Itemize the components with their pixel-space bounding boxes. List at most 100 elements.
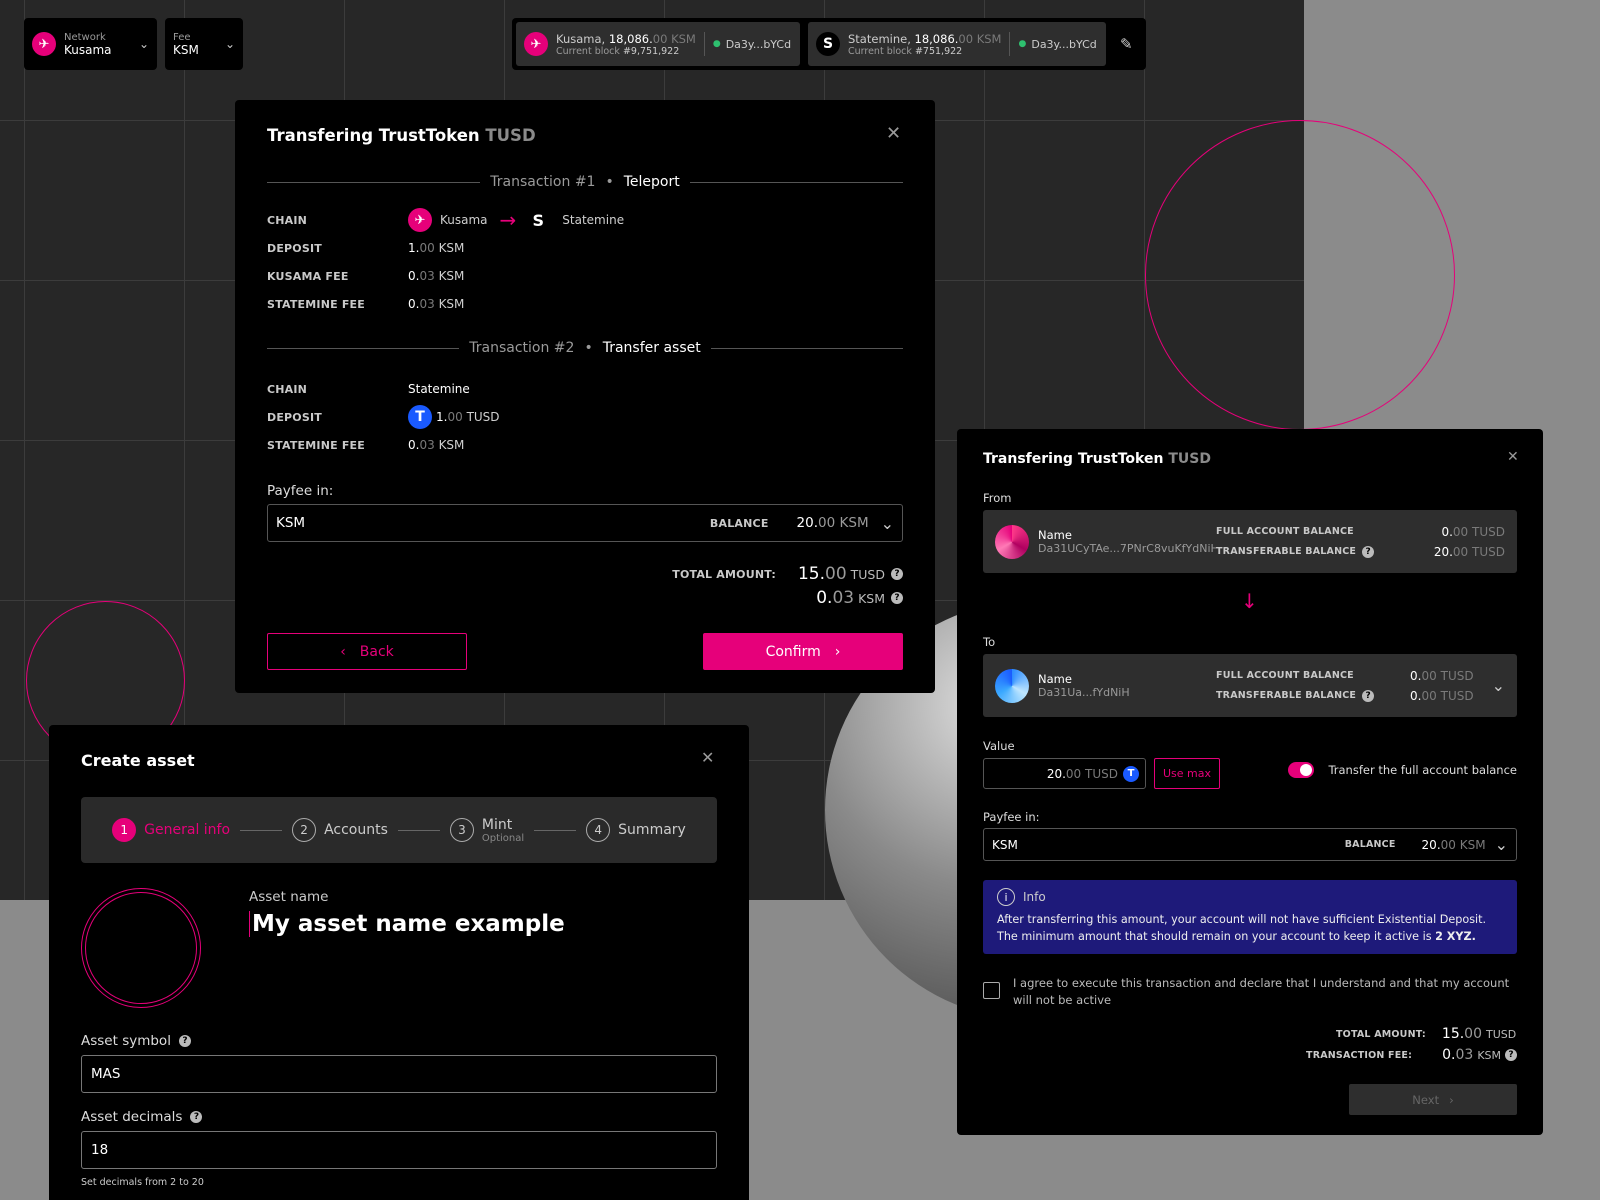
step-number: 1 <box>112 818 137 842</box>
to-account[interactable]: Name Da31Ua...fYdNiH FULL ACCOUNT BALANC… <box>983 654 1517 717</box>
step-accounts[interactable]: 2 Accounts <box>292 818 388 842</box>
asset-decimals-value: 18 <box>91 1142 109 1158</box>
chevron-down-icon: ⌄ <box>880 513 894 533</box>
step-sublabel: Optional <box>481 832 525 844</box>
step-label: General info <box>144 822 231 838</box>
account-name: Name <box>1038 528 1072 542</box>
value-input[interactable]: 20.00 TUSD T <box>983 758 1146 789</box>
transferable-balance-label: TRANSFERABLE BALANCE <box>1216 690 1357 701</box>
payfee-select[interactable]: KSM BALANCE 20.00 KSM ⌄ <box>983 828 1517 861</box>
help-icon[interactable]: ? <box>178 1035 191 1047</box>
step-summary[interactable]: 4 Summary <box>586 818 686 842</box>
edit-icon[interactable]: ✎ <box>1120 35 1133 53</box>
back-button[interactable]: ‹ Back <box>267 633 467 670</box>
statemine-fee-int: 0. <box>408 438 420 452</box>
to-label: To <box>983 635 996 649</box>
status-dot: ● <box>712 39 721 49</box>
tusd-icon: T <box>408 405 432 429</box>
balance-label: BALANCE <box>709 516 769 530</box>
chevron-down-icon[interactable]: ⌄ <box>1492 676 1505 695</box>
next-label: Next <box>1412 1092 1440 1107</box>
info-title: Info <box>1023 890 1046 904</box>
full-balance-dec: 00 <box>1452 524 1469 539</box>
from-label: From <box>983 491 1012 505</box>
step-mint[interactable]: 3 Mint Optional <box>449 817 525 844</box>
total-dec: 00 <box>1464 1026 1482 1042</box>
payfee-label: Payfee in: <box>983 810 1040 824</box>
modal-title-symbol: TUSD <box>1168 451 1211 467</box>
total-fee-dec: 03 <box>832 588 855 608</box>
block-number: #751,922 <box>914 45 963 57</box>
asset-name-input[interactable]: My asset name example <box>249 911 565 937</box>
agree-row: I agree to execute this transaction and … <box>983 975 1517 1009</box>
help-icon[interactable]: ? <box>1362 545 1375 558</box>
agree-checkbox[interactable] <box>983 982 1000 999</box>
fee-selector[interactable]: Fee KSM ⌄ <box>165 18 243 70</box>
confirm-button[interactable]: Confirm › <box>703 633 903 670</box>
help-icon[interactable]: ? <box>190 1111 203 1123</box>
help-icon[interactable]: ? <box>891 568 903 580</box>
network-label: Network <box>64 31 106 43</box>
block-label: Current block <box>556 45 620 57</box>
transferable-balance-label: TRANSFERABLE BALANCE <box>1216 546 1357 557</box>
from-account[interactable]: Name Da31UCyTAe...7PNrC8vuKfYdNiH FULL A… <box>983 510 1517 573</box>
payfee-select[interactable]: KSM BALANCE 20.00 KSM ⌄ <box>267 504 903 542</box>
value-label: Value <box>983 739 1015 753</box>
modal-title: Create asset <box>81 751 195 770</box>
modal-title-symbol: TUSD <box>485 126 536 145</box>
fee-label: Fee <box>173 31 191 43</box>
arrow-right-icon: → <box>499 208 517 232</box>
conn-amount: 18,086. <box>608 31 653 46</box>
create-asset-modal: Create asset ✕ 1 General info 2 Accounts… <box>49 725 749 1200</box>
avatar <box>995 668 1029 703</box>
balance-int: 20. <box>1421 837 1441 852</box>
connection-kusama[interactable]: ✈ Kusama, 18,086.00 KSM Current block #9… <box>516 22 800 66</box>
use-max-button[interactable]: Use max <box>1154 758 1220 789</box>
chain-label: CHAIN <box>267 382 308 396</box>
next-button[interactable]: Next › <box>1349 1084 1517 1115</box>
total-fee-int: 0. <box>816 588 833 608</box>
tx1-type: Teleport <box>623 174 680 190</box>
deposit-int: 1. <box>436 410 448 424</box>
asset-symbol-input[interactable]: MAS <box>81 1055 717 1093</box>
chain-to: Statemine <box>562 213 625 227</box>
total-unit: TUSD <box>850 566 885 582</box>
payfee-value: KSM <box>992 837 1018 852</box>
full-balance-toggle[interactable] <box>1288 762 1315 778</box>
close-icon[interactable]: ✕ <box>886 125 901 143</box>
step-general-info[interactable]: 1 General info <box>112 818 230 842</box>
full-balance-int: 0. <box>1441 524 1453 539</box>
info-box: i Info After transferring this amount, yo… <box>983 880 1517 954</box>
help-icon[interactable]: ? <box>1362 689 1375 702</box>
transferable-int: 0. <box>1410 688 1422 703</box>
statemine-fee-unit: KSM <box>438 297 465 311</box>
deposit-label: DEPOSIT <box>267 410 322 424</box>
statemine-fee-dec: 03 <box>419 297 435 311</box>
agree-text: I agree to execute this transaction and … <box>1013 976 1510 1007</box>
full-balance-unit: TUSD <box>1472 524 1505 539</box>
network-selector[interactable]: ✈ Network Kusama ⌄ <box>24 18 157 70</box>
total-fee-unit: KSM <box>858 590 885 606</box>
asset-decimals-input[interactable]: 18 <box>81 1131 717 1169</box>
block-number: #9,751,922 <box>622 45 680 57</box>
balance-dec: 00 <box>1440 837 1456 852</box>
chevron-right-icon: › <box>1449 1092 1454 1107</box>
conn-amount-dec: 00 <box>652 31 668 46</box>
help-icon[interactable]: ? <box>891 592 903 604</box>
conn-amount: 18,086. <box>914 31 959 46</box>
kusama-icon: ✈ <box>524 32 548 56</box>
full-balance-toggle-row: Transfer the full account balance <box>1288 762 1517 778</box>
toggle-label: Transfer the full account balance <box>1328 763 1517 777</box>
asset-logo-upload[interactable] <box>81 888 201 1008</box>
help-icon[interactable]: ? <box>1505 1049 1517 1061</box>
fee-dec: 03 <box>1455 1047 1474 1063</box>
connection-statemine[interactable]: S Statemine, 18,086.00 KSM Current block… <box>808 22 1106 66</box>
back-label: Back <box>359 643 394 660</box>
close-icon[interactable]: ✕ <box>1507 450 1519 464</box>
total-int: 15. <box>797 564 825 584</box>
tx2-label: Transaction #2 <box>469 340 575 356</box>
network-value: Kusama <box>64 42 112 57</box>
step-label: Accounts <box>324 822 388 838</box>
full-balance-int: 0. <box>1410 668 1422 683</box>
close-icon[interactable]: ✕ <box>701 750 714 766</box>
